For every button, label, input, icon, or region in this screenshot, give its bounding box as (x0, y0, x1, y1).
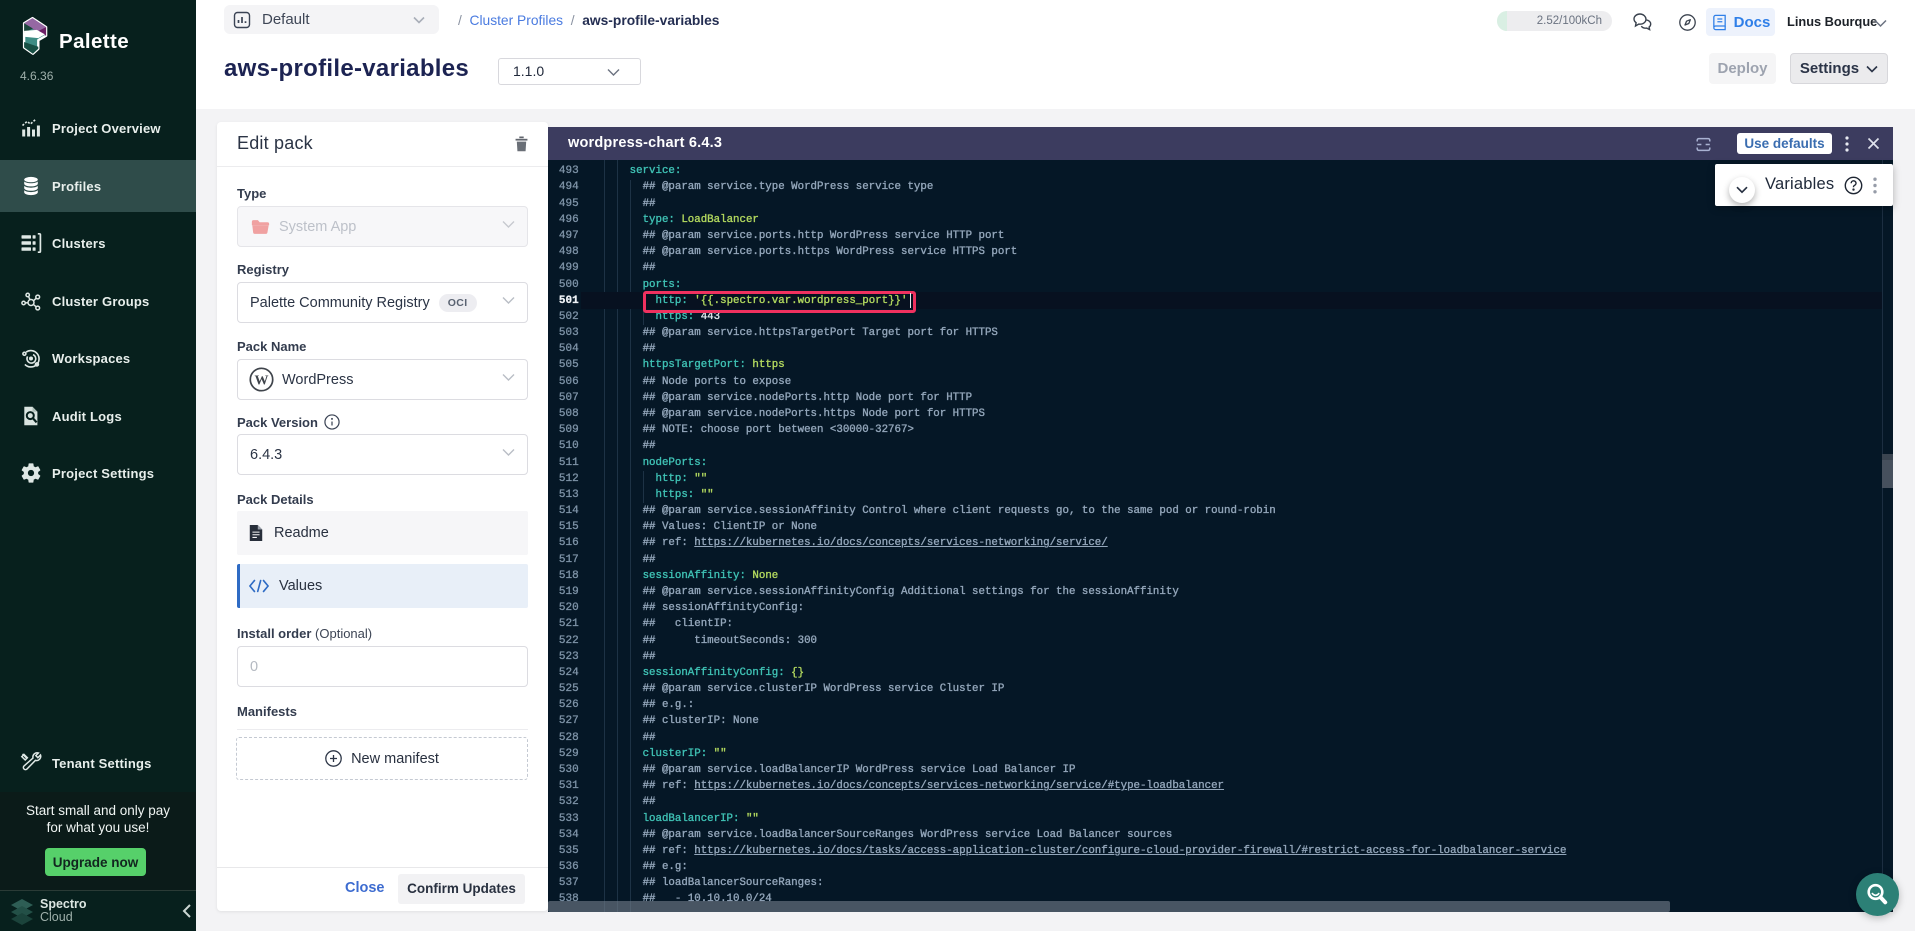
svg-text:W: W (255, 373, 269, 388)
svg-text:Palette: Palette (59, 30, 129, 53)
